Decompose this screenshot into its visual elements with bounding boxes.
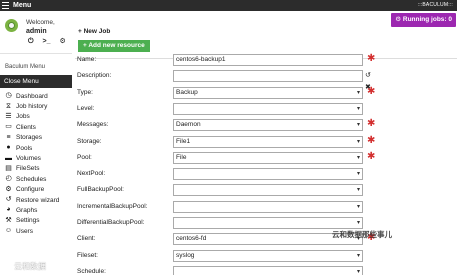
watermark: 云和数据那些事儿: [332, 230, 392, 239]
page-title: + New Job: [78, 28, 111, 35]
sidebar-item-label: Restore wizard: [16, 196, 60, 204]
field-label: Level:: [77, 104, 95, 112]
type-select[interactable]: Backup: [173, 86, 363, 99]
restore-icon: ↺: [5, 196, 12, 204]
username: admin: [26, 28, 47, 35]
sidebar-item-label: Volumes: [16, 155, 41, 163]
sidebar-item-label: Storages: [16, 134, 43, 142]
files-icon: ▤: [5, 164, 12, 172]
console-icon[interactable]: >_: [43, 38, 51, 46]
top-bar: Menu :::BACULUM:::: [0, 0, 457, 11]
user-actions: ⏻ >_ ⚙: [28, 38, 66, 46]
incrementalbackuppool-select[interactable]: [173, 200, 363, 213]
field-label: Type:: [77, 88, 93, 96]
main-content: + New Job + Add new resource Name: centos…: [75, 11, 457, 275]
sidebar-item-graphs[interactable]: ◕ Graphs: [0, 205, 72, 215]
sidebar-title: Baculum Menu: [5, 64, 46, 70]
sidebar-item-label: Schedules: [16, 175, 47, 183]
sidebar-item-label: Graphs: [16, 206, 38, 214]
avatar: [5, 19, 18, 32]
required-asterisk-icon: ✱: [367, 134, 376, 146]
field-label: FullBackupPool:: [77, 186, 124, 194]
required-asterisk-icon: ✱: [367, 85, 376, 97]
close-menu-button[interactable]: Close Menu: [0, 75, 72, 88]
field-label: Schedule:: [77, 267, 106, 275]
users-icon: ☺: [4, 227, 13, 235]
sidebar-item-dashboard[interactable]: ◷ Dashboard: [0, 91, 72, 101]
baculum-brand: :::BACULUM:::: [417, 2, 453, 8]
menu-title[interactable]: Menu: [13, 1, 31, 10]
storage-select[interactable]: File1: [173, 135, 363, 148]
sidebar-item-volumes[interactable]: ▬ Volumes: [0, 153, 72, 163]
welcome-text: Welcome,: [26, 19, 55, 26]
field-label: Client:: [77, 235, 96, 243]
sidebar-item-filesets[interactable]: ▤ FileSets: [0, 164, 72, 174]
chart-icon: ◕: [6, 206, 11, 214]
gear-icon: ⚙: [5, 185, 12, 193]
name-input[interactable]: centos6-backup1: [173, 54, 363, 66]
add-resource-button[interactable]: + Add new resource: [78, 40, 150, 52]
sidebar-item-clients[interactable]: ▭ Clients: [0, 122, 72, 132]
sidebar-item-schedules[interactable]: ◴ Schedules: [0, 174, 72, 184]
divider: [0, 53, 72, 54]
messages-select[interactable]: Daemon: [173, 119, 363, 132]
schedule-select[interactable]: [173, 265, 363, 275]
sidebar-item-pools[interactable]: ● Pools: [0, 143, 72, 153]
clock-icon: ◴: [5, 175, 12, 183]
sidebar-item-label: Clients: [16, 123, 36, 131]
pool-select[interactable]: File: [173, 151, 363, 164]
hamburger-menu-icon[interactable]: [2, 2, 9, 9]
nextpool-select[interactable]: [173, 168, 363, 181]
database-icon: ≡: [6, 133, 11, 141]
field-label: IncrementalBackupPool:: [77, 202, 148, 210]
sidebar-item-label: Job history: [16, 103, 48, 111]
field-label: DifferentialBackupPool:: [77, 219, 145, 226]
jobs-icon: ☰: [5, 112, 12, 120]
description-input[interactable]: [173, 70, 363, 83]
sidebar-item-label: Jobs: [16, 113, 30, 121]
field-label: Description:: [77, 72, 112, 80]
sidebar-item-restore-wizard[interactable]: ↺ Restore wizard: [0, 195, 72, 205]
required-asterisk-icon: ✱: [367, 53, 376, 64]
field-label: Storage:: [77, 137, 102, 145]
fullbackuppool-select[interactable]: [173, 184, 363, 197]
field-label: Messages:: [77, 121, 109, 129]
level-select[interactable]: [173, 102, 363, 115]
sidebar-item-label: Users: [16, 227, 33, 235]
sidebar-item-label: Dashboard: [16, 92, 48, 100]
field-label: Pool:: [77, 153, 92, 161]
sidebar-item-label: Configure: [16, 186, 45, 194]
sidebar-item-configure[interactable]: ⚙ Configure: [0, 185, 72, 195]
sidebar-item-label: FileSets: [16, 165, 40, 173]
differentialbackuppool-select[interactable]: [173, 217, 363, 229]
sidebar-item-jobs[interactable]: ☰ Jobs: [0, 112, 72, 122]
sidebar: Welcome, admin ⏻ >_ ⚙ Baculum Menu Close…: [0, 11, 72, 275]
field-label: Name:: [77, 56, 97, 63]
required-asterisk-icon: ✱: [367, 118, 376, 130]
wrench-icon: ⚒: [5, 216, 12, 224]
sidebar-item-label: Pools: [16, 144, 33, 152]
sidebar-item-users[interactable]: ☺ Users: [0, 226, 72, 236]
sidebar-item-settings[interactable]: ⚒ Settings: [0, 216, 72, 226]
sidebar-nav: ◷ Dashboard ⧖ Job history ☰ Jobs ▭ Clients ≡ Stor…: [0, 91, 72, 236]
watermark-overlay: 云和数据: [14, 262, 46, 271]
field-label: Fileset:: [77, 251, 98, 259]
pools-icon: ●: [6, 144, 11, 152]
sidebar-item-storages[interactable]: ≡ Storages: [0, 133, 72, 143]
sidebar-item-job-history[interactable]: ⧖ Job history: [0, 101, 72, 111]
gear-icon[interactable]: ⚙: [60, 38, 66, 46]
monitor-icon: ▭: [5, 123, 12, 131]
history-icon: ⧖: [6, 102, 11, 110]
sidebar-item-label: Settings: [16, 217, 40, 225]
power-icon[interactable]: ⏻: [28, 38, 34, 46]
required-asterisk-icon: ✱: [367, 150, 376, 162]
dashboard-icon: ◷: [5, 92, 12, 100]
fileset-select[interactable]: syslog: [173, 249, 363, 262]
hdd-icon: ▬: [5, 154, 12, 162]
field-label: NextPool:: [77, 170, 106, 178]
